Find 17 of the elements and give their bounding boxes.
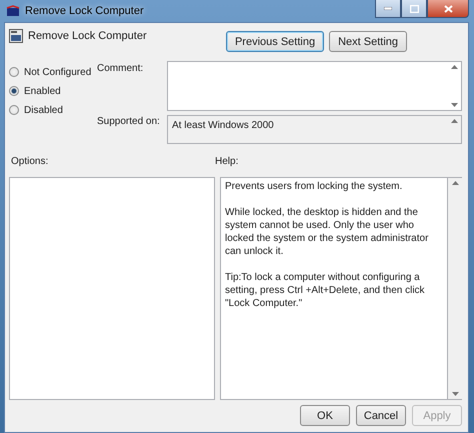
help-label: Help:	[215, 156, 240, 167]
setting-title: Remove Lock Computer	[28, 30, 147, 42]
dialog-button[interactable]: OK	[300, 405, 350, 426]
setting-nav-button[interactable]: Next Setting	[329, 31, 407, 52]
help-paragraph: Tip:To lock a computer without configuring a setting, press Ctrl +Alt+Delete, and then click "Lock Computer."	[225, 271, 426, 310]
supported-label: Supported on:	[97, 116, 161, 127]
radio-label[interactable]: Not Configured	[24, 66, 92, 78]
options-label: Options:	[11, 156, 48, 167]
help-paragraph: Prevents users from locking the system.	[225, 180, 404, 193]
dialog-button[interactable]: Cancel	[356, 405, 406, 426]
supported-value: At least Windows 2000	[172, 120, 274, 131]
setting-nav-button[interactable]: Previous Setting	[226, 31, 324, 52]
comment-label: Comment:	[97, 63, 144, 74]
radio-label[interactable]: Disabled	[24, 104, 63, 116]
radio-label[interactable]: Enabled	[24, 86, 61, 96]
window-title: Remove Lock Computer	[25, 5, 144, 17]
help-paragraph: While locked, the desktop is hidden and the system cannot be used. Only the user who locked the system or the system administrator can unlock it.	[225, 206, 430, 258]
